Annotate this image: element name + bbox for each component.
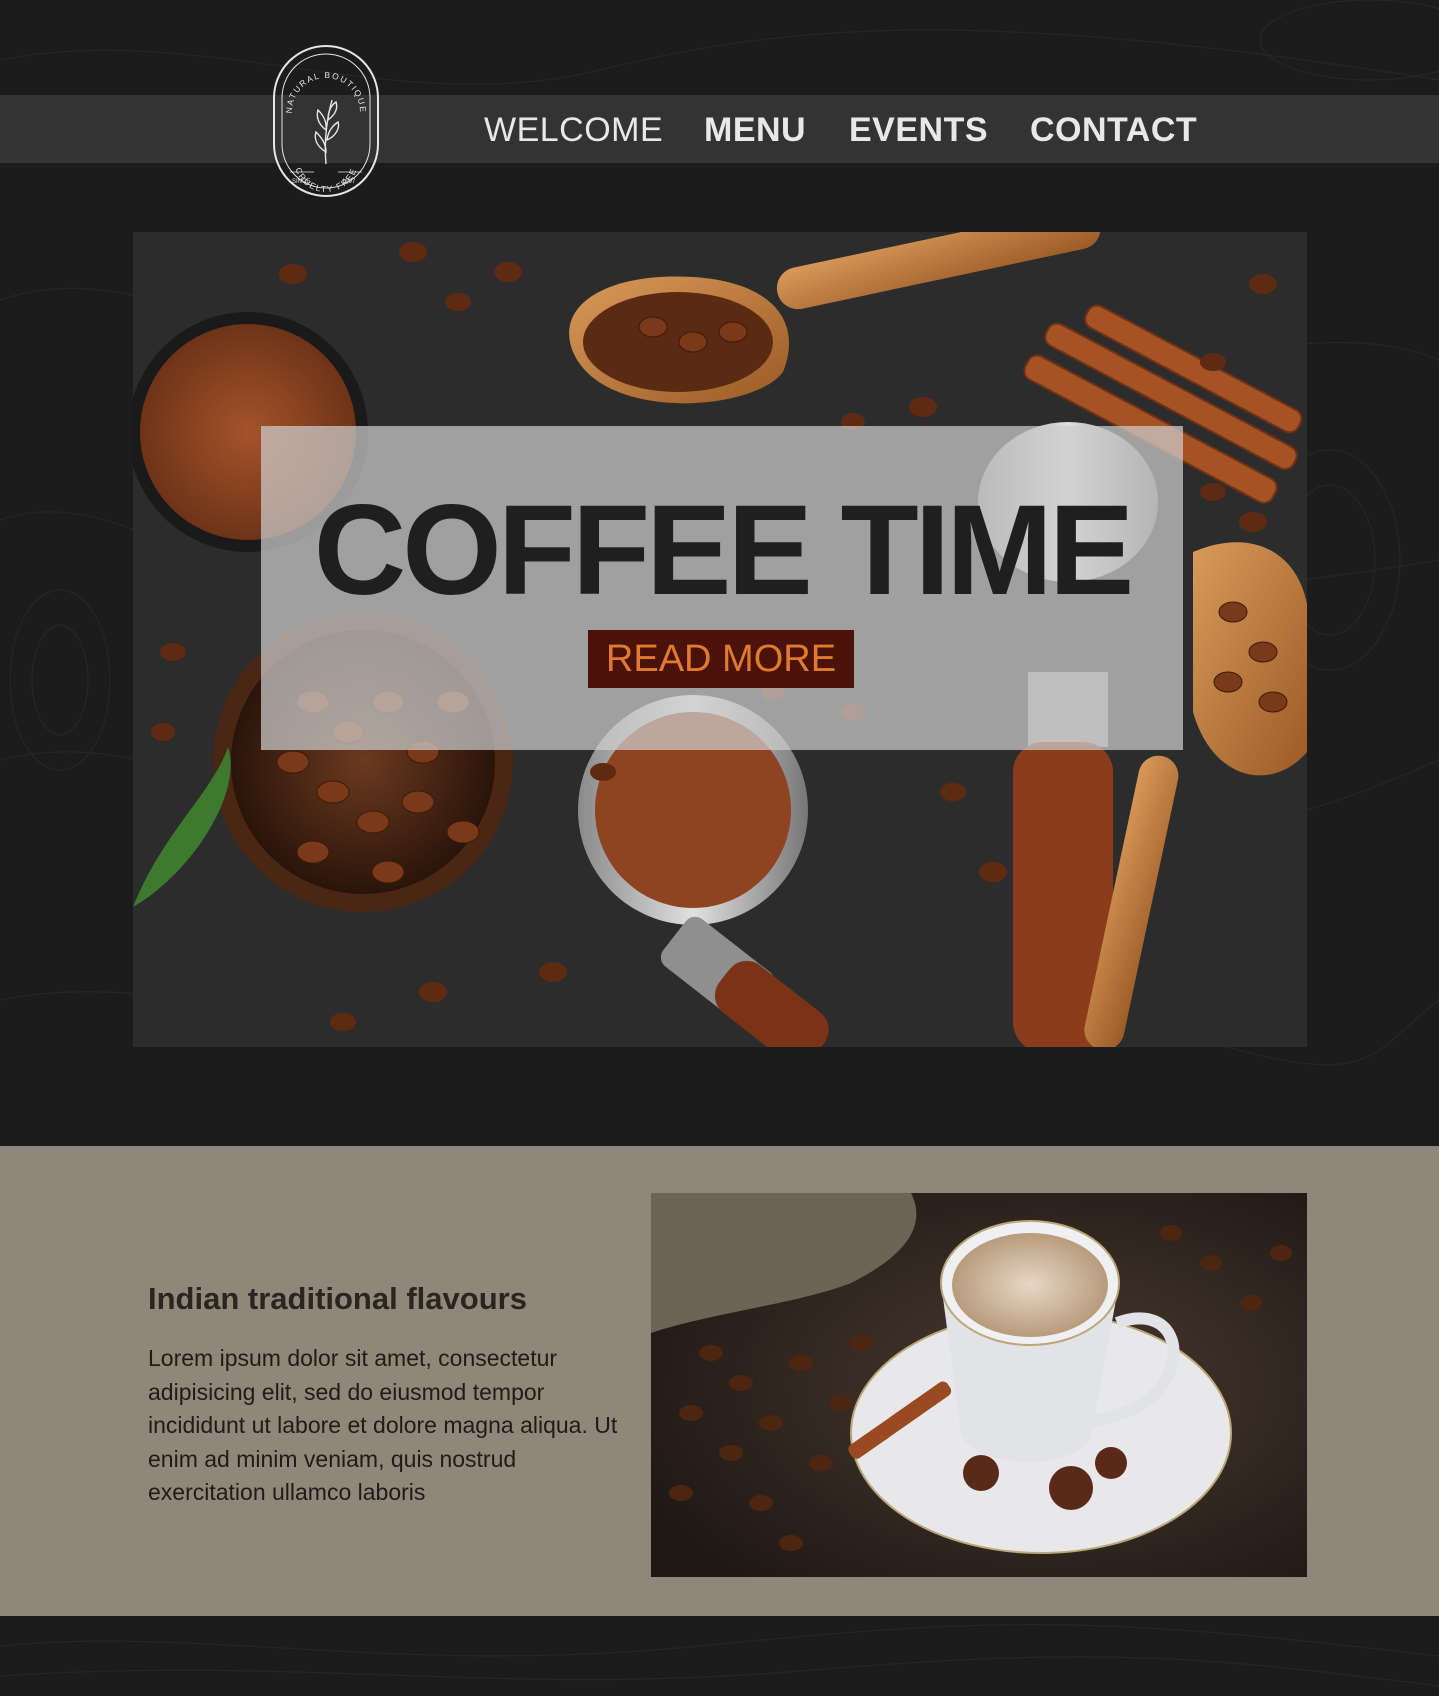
nav-welcome[interactable]: WELCOME	[484, 110, 663, 150]
hero-banner: COFFEE TIME READ MORE	[133, 232, 1307, 1047]
footer-topographic-background	[0, 1624, 1439, 1687]
nav-contact[interactable]: CONTACT	[1030, 110, 1197, 150]
coffee-cup-image	[651, 1193, 1307, 1577]
hero-overlay: COFFEE TIME READ MORE	[261, 426, 1183, 750]
feature-section: Indian traditional flavours Lorem ipsum …	[0, 1146, 1439, 1616]
svg-text:SINCE: SINCE	[292, 179, 310, 185]
svg-text:NATURAL BOUTIQUE: NATURAL BOUTIQUE	[284, 70, 368, 114]
feature-body: Lorem ipsum dolor sit amet, consectetur …	[148, 1345, 618, 1505]
page: NATURAL BOUTIQUE CRUELTY FREE SINCE 1997…	[0, 0, 1439, 1696]
svg-text:1997: 1997	[342, 179, 356, 185]
read-more-button[interactable]: READ MORE	[588, 630, 854, 688]
brand-logo[interactable]: NATURAL BOUTIQUE CRUELTY FREE SINCE 1997	[270, 42, 382, 200]
hero-title: COFFEE TIME	[313, 479, 1134, 622]
nav-menu[interactable]: MENU	[704, 110, 806, 150]
feature-heading: Indian traditional flavours	[148, 1281, 527, 1316]
nav-events[interactable]: EVENTS	[849, 110, 988, 150]
